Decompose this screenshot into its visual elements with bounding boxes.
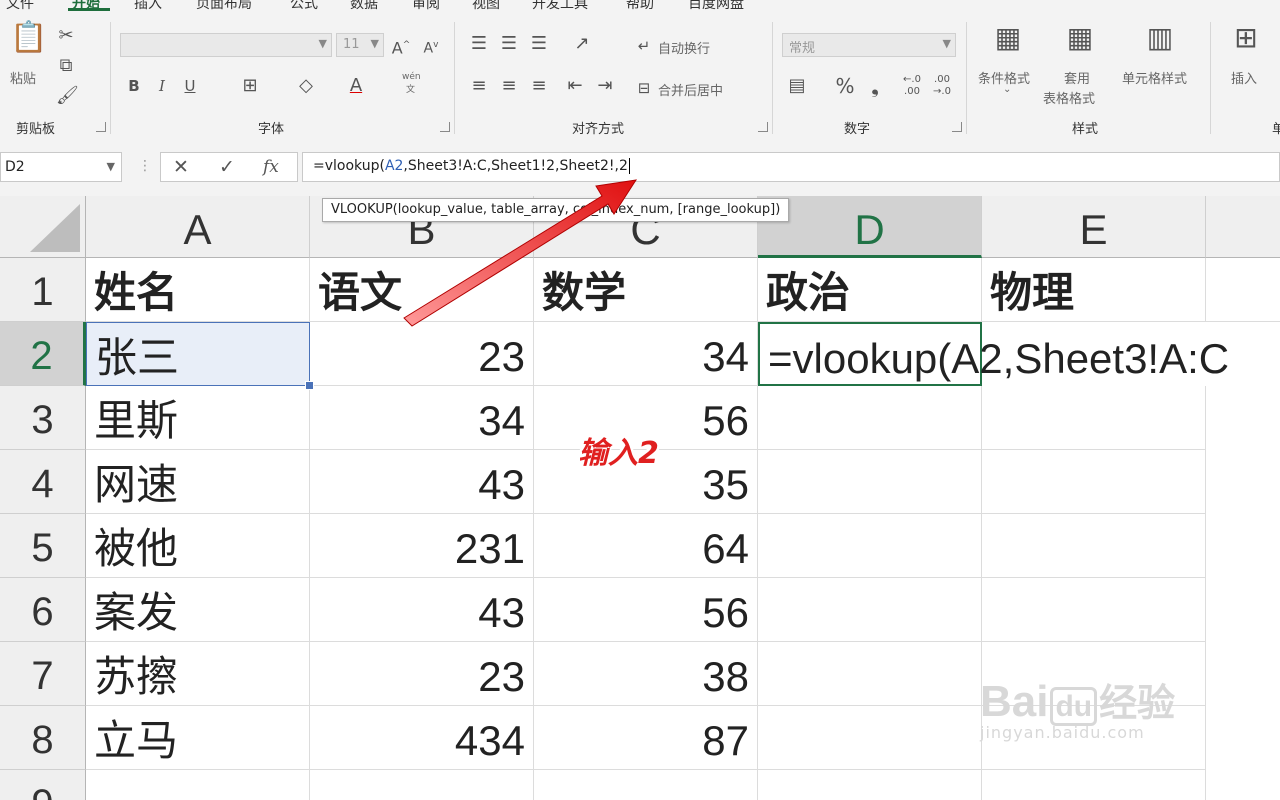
annotation-arrow-icon [403,179,638,327]
